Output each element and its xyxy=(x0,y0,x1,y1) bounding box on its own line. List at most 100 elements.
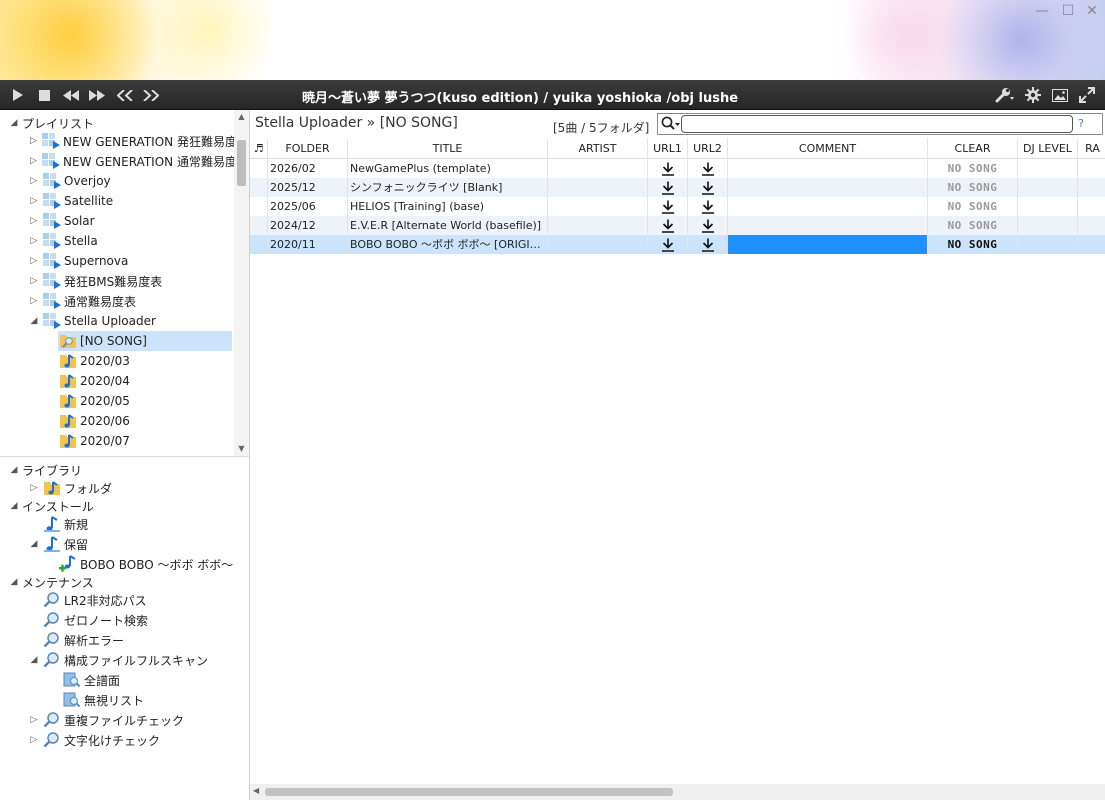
column-header-icon[interactable]: ♬ xyxy=(250,139,268,159)
maximize-button[interactable]: ☐ xyxy=(1058,2,1078,20)
gear-icon[interactable] xyxy=(1023,86,1043,104)
collapse-arrow-icon[interactable]: ◢ xyxy=(8,118,20,128)
scrollbar-thumb[interactable] xyxy=(237,140,246,186)
column-header-comment[interactable]: COMMENT xyxy=(728,139,928,159)
expand-arrow-icon[interactable]: ▷ xyxy=(28,196,40,206)
expand-arrow-icon[interactable]: ▷ xyxy=(28,276,40,286)
download-icon[interactable] xyxy=(688,235,728,254)
collapse-arrow-icon[interactable]: ◢ xyxy=(8,501,20,511)
fullscreen-icon[interactable] xyxy=(1077,86,1097,104)
scroll-up-icon[interactable]: ▲ xyxy=(234,112,249,121)
playlist-item[interactable]: ▷ Supernova xyxy=(28,251,128,271)
download-icon[interactable] xyxy=(688,159,728,178)
playlist-item[interactable]: ▷ Overjoy xyxy=(28,171,111,191)
table-row[interactable]: 2026/02 NewGamePlus (template) NO SONG xyxy=(250,159,1105,178)
download-icon[interactable] xyxy=(688,178,728,197)
scroll-left-icon[interactable]: ◀ xyxy=(253,786,259,795)
tree-section-playlist[interactable]: ◢ プレイリスト xyxy=(8,113,94,133)
expand-arrow-icon[interactable]: ▷ xyxy=(28,216,40,226)
download-icon[interactable] xyxy=(648,216,688,235)
folder-item[interactable]: 2020/03 xyxy=(58,351,130,371)
folder-item[interactable]: 2020/05 xyxy=(58,391,130,411)
collapse-arrow-icon[interactable]: ◢ xyxy=(28,539,40,549)
download-icon[interactable] xyxy=(648,197,688,216)
download-icon[interactable] xyxy=(688,216,728,235)
stop-icon[interactable] xyxy=(34,86,54,104)
tree-item-ignore-list[interactable]: 無視リスト xyxy=(62,690,144,710)
expand-arrow-icon[interactable]: ▷ xyxy=(28,735,40,745)
playlist-item[interactable]: ▷ Stella xyxy=(28,231,98,251)
tree-item-hold[interactable]: ◢ 保留 xyxy=(28,534,88,554)
download-icon[interactable] xyxy=(648,159,688,178)
expand-arrow-icon[interactable]: ▷ xyxy=(28,483,40,493)
tree-item-hold-song[interactable]: BOBO BOBO 〜ボボ ボボ〜 SP xyxy=(58,554,238,574)
tree-section-maintenance[interactable]: ◢ メンテナンス xyxy=(8,572,94,592)
collapse-arrow-icon[interactable]: ◢ xyxy=(28,316,40,326)
tree-item-fullscan[interactable]: ◢ 構成ファイルフルスキャン xyxy=(28,650,208,670)
expand-arrow-icon[interactable]: ▷ xyxy=(28,296,40,306)
scrollbar-thumb[interactable] xyxy=(265,788,673,796)
close-button[interactable]: ✕ xyxy=(1082,2,1102,20)
expand-arrow-icon[interactable]: ▷ xyxy=(28,176,40,186)
scroll-down-icon[interactable]: ▼ xyxy=(234,444,249,453)
playlist-item[interactable]: ▷ 発狂BMS難易度表 xyxy=(28,271,162,291)
wrench-icon[interactable] xyxy=(995,86,1015,104)
expand-arrow-icon[interactable]: ▷ xyxy=(28,156,39,166)
column-header-url2[interactable]: URL2 xyxy=(688,139,728,159)
folder-item-selected[interactable]: [NO SONG] xyxy=(58,331,232,351)
table-row[interactable]: 2025/12 シンフォニックライツ [Blank] NO SONG xyxy=(250,178,1105,197)
tree-section-install[interactable]: ◢ インストール xyxy=(8,496,94,516)
horizontal-scrollbar[interactable]: ◀ xyxy=(250,784,1105,800)
tree-item-parse-error[interactable]: 解析エラー xyxy=(42,630,124,650)
expand-arrow-icon[interactable]: ▷ xyxy=(28,136,39,146)
tree-item-mojibake[interactable]: ▷ 文字化けチェック xyxy=(28,730,160,750)
playlist-item[interactable]: ▷ NEW GENERATION 発狂難易度表 xyxy=(28,131,234,151)
column-header-artist[interactable]: ARTIST xyxy=(548,139,648,159)
collapse-arrow-icon[interactable]: ◢ xyxy=(28,655,40,665)
expand-arrow-icon[interactable]: ▷ xyxy=(28,715,40,725)
playlist-item[interactable]: ▷ Solar xyxy=(28,211,95,231)
column-header-dj-level[interactable]: DJ LEVEL xyxy=(1018,139,1078,159)
collapse-arrow-icon[interactable]: ◢ xyxy=(8,577,20,587)
image-icon[interactable] xyxy=(1050,86,1070,104)
minimize-button[interactable]: — xyxy=(1032,2,1052,20)
playlist-item[interactable]: ▷ Satellite xyxy=(28,191,113,211)
tree-scrollbar[interactable]: ▲ ▼ xyxy=(234,110,249,456)
tree-item-duplicate[interactable]: ▷ 重複ファイルチェック xyxy=(28,710,184,730)
column-header-title[interactable]: TITLE xyxy=(348,139,548,159)
fast-forward-icon[interactable] xyxy=(87,86,107,104)
playlist-item[interactable]: ▷ 通常難易度表 xyxy=(28,291,136,311)
table-row-selected[interactable]: 2020/11 BOBO BOBO 〜ボボ ボボ〜 [ORIGINAL] NO … xyxy=(250,235,1105,254)
next-icon[interactable] xyxy=(141,86,161,104)
tree-item-folder[interactable]: ▷ フォルダ xyxy=(28,478,112,498)
folder-item[interactable]: 2020/04 xyxy=(58,371,130,391)
cell-comment-editing[interactable] xyxy=(728,235,928,254)
download-icon[interactable] xyxy=(648,178,688,197)
help-link[interactable]: ? xyxy=(1078,117,1084,130)
search-input[interactable] xyxy=(681,115,1073,133)
column-header-rank[interactable]: RA xyxy=(1078,139,1105,159)
previous-icon[interactable] xyxy=(115,86,135,104)
table-row[interactable]: 2024/12 E.V.E.R [Alternate World (basefi… xyxy=(250,216,1105,235)
expand-arrow-icon[interactable]: ▷ xyxy=(28,256,40,266)
tree-section-library[interactable]: ◢ ライブラリ xyxy=(8,460,82,480)
table-row[interactable]: 2025/06 HELIOS [Training] (base) NO SONG xyxy=(250,197,1105,216)
tree-item-new[interactable]: 新規 xyxy=(42,514,88,534)
expand-arrow-icon[interactable]: ▷ xyxy=(28,236,40,246)
column-header-folder[interactable]: FOLDER xyxy=(268,139,348,159)
playlist-item[interactable]: ◢ Stella Uploader xyxy=(28,311,156,331)
column-header-url1[interactable]: URL1 xyxy=(648,139,688,159)
play-icon[interactable] xyxy=(8,86,28,104)
download-icon[interactable] xyxy=(648,235,688,254)
tree-item-zeronote[interactable]: ゼロノート検索 xyxy=(42,610,148,630)
folder-item[interactable]: 2020/07 xyxy=(58,431,130,451)
tree-item-lr2[interactable]: LR2非対応パス xyxy=(42,590,147,610)
tree-item-all-charts[interactable]: 全譜面 xyxy=(62,670,120,690)
collapse-arrow-icon[interactable]: ◢ xyxy=(8,465,20,475)
folder-item[interactable]: 2020/06 xyxy=(58,411,130,431)
download-icon[interactable] xyxy=(688,197,728,216)
column-header-clear[interactable]: CLEAR xyxy=(928,139,1018,159)
search-icon[interactable] xyxy=(660,116,682,132)
rewind-icon[interactable] xyxy=(61,86,81,104)
playlist-item[interactable]: ▷ NEW GENERATION 通常難易度表 xyxy=(28,151,234,171)
